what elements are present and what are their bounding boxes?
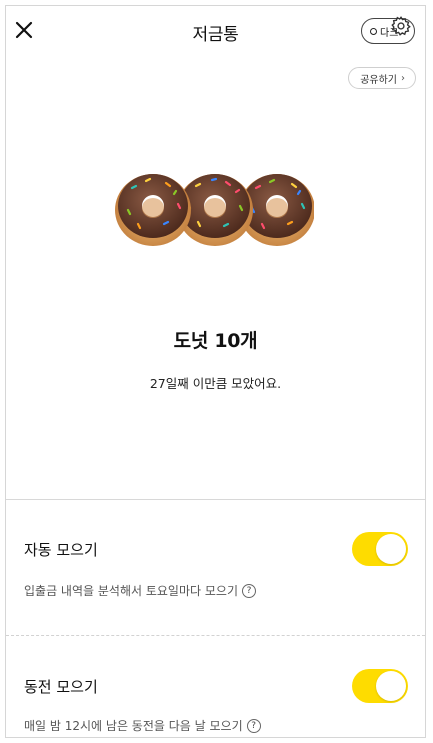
coin-save-description: 매일 밤 12시에 남은 동전을 다음 날 모으기 ?	[24, 717, 261, 734]
share-button[interactable]: 공유하기 ›	[348, 67, 416, 89]
chevron-right-icon: ›	[401, 72, 405, 84]
coin-save-description-text: 매일 밤 12시에 남은 동전을 다음 날 모으기	[24, 719, 243, 733]
auto-save-description-text: 입출금 내역을 분석해서 토요일마다 모으기	[24, 584, 238, 598]
screen-frame: 저금통 다크 공유하기 › 도넛 10개 27일째 이만큼 모았어요. 자동 모…	[5, 5, 426, 738]
toggle-knob	[376, 534, 406, 564]
toggle-knob	[376, 671, 406, 701]
donut-illustration	[115, 174, 314, 246]
help-icon[interactable]: ?	[246, 718, 261, 733]
auto-save-title: 자동 모으기	[24, 541, 98, 559]
donut-icon	[115, 174, 191, 246]
savings-days-message: 27일째 이만큼 모았어요.	[149, 376, 282, 391]
savings-item-count: 도넛 10개	[173, 330, 258, 352]
auto-save-toggle[interactable]	[352, 532, 408, 566]
dark-mode-circle-icon	[370, 27, 377, 35]
option-divider	[6, 635, 425, 636]
header: 저금통 다크	[6, 6, 425, 56]
section-divider	[6, 499, 425, 500]
coin-save-title: 동전 모으기	[24, 678, 98, 696]
help-icon[interactable]: ?	[241, 583, 256, 598]
share-label: 공유하기	[360, 74, 397, 86]
coin-save-toggle[interactable]	[352, 669, 408, 703]
gear-icon[interactable]	[390, 15, 412, 37]
auto-save-description: 입출금 내역을 분석해서 토요일마다 모으기 ?	[24, 582, 256, 599]
